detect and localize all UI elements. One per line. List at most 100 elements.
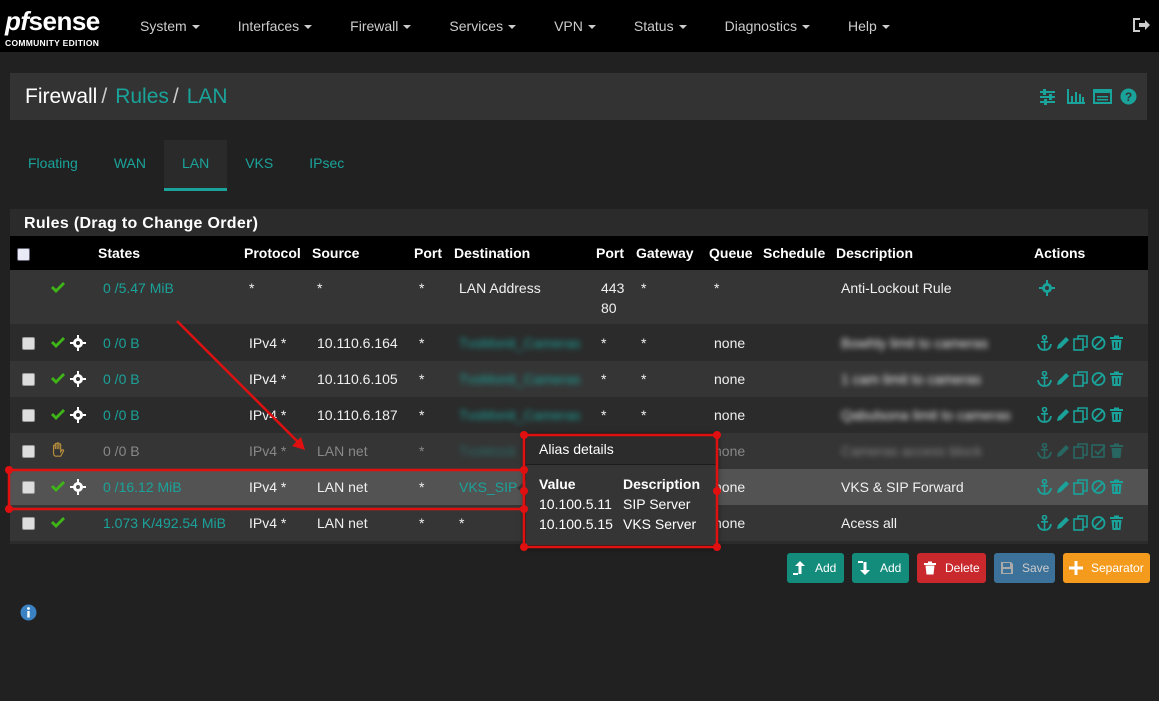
row-checkbox[interactable] <box>22 373 35 386</box>
nav-help[interactable]: Help <box>834 18 904 34</box>
trash-icon[interactable] <box>1109 371 1124 387</box>
caret-down-icon <box>304 25 313 30</box>
tab-ipsec[interactable]: IPsec <box>291 140 362 188</box>
delete-button[interactable]: Delete <box>917 553 986 583</box>
breadcrumb-lan-link[interactable]: LAN <box>187 85 228 108</box>
list-table-icon[interactable] <box>1093 88 1112 105</box>
edit-pencil-icon[interactable] <box>1055 407 1070 423</box>
nav-vpn[interactable]: VPN <box>540 18 610 34</box>
sliders-icon[interactable] <box>1039 88 1056 105</box>
states-cell[interactable]: 1.073 K/492.54 MiB <box>103 515 226 531</box>
enable-check-square-icon[interactable] <box>1091 443 1106 459</box>
anchor-icon[interactable] <box>1037 514 1052 531</box>
add-separator-button[interactable]: Separator <box>1063 553 1150 583</box>
nav-firewall[interactable]: Firewall <box>336 18 425 34</box>
states-cell[interactable]: 0 /5.47 MiB <box>103 280 174 296</box>
tab-lan[interactable]: LAN <box>163 140 228 191</box>
port-cell: * <box>419 443 425 459</box>
states-cell[interactable]: 0 /0 B <box>103 443 140 459</box>
anchor-icon[interactable] <box>1037 442 1052 459</box>
edit-pencil-icon[interactable] <box>1055 371 1070 387</box>
copy-icon[interactable] <box>1073 335 1088 351</box>
header-description: Description <box>836 245 914 261</box>
states-cell[interactable]: 0 /0 B <box>103 371 140 387</box>
add-rule-bottom-button[interactable]: Add <box>852 553 909 583</box>
trash-icon[interactable] <box>1109 515 1124 531</box>
row-checkbox[interactable] <box>22 409 35 422</box>
copy-icon[interactable] <box>1073 407 1088 423</box>
table-row[interactable]: 0 /0 B IPv4 * 10.110.6.105 * TvsMonit_Ca… <box>10 361 1148 397</box>
select-all-checkbox[interactable] <box>17 248 30 261</box>
pass-check-icon <box>51 409 65 420</box>
alias-value: 10.100.5.15 <box>539 516 613 532</box>
anchor-icon[interactable] <box>1037 406 1052 423</box>
popover-col-description: Description <box>623 476 701 492</box>
pfsense-logo[interactable]: pfsense COMMUNITY EDITION <box>5 6 115 48</box>
destination-alias-link[interactable]: TvsMonit <box>459 443 516 459</box>
anchor-icon[interactable] <box>1037 478 1052 495</box>
alias-description: VKS Server <box>623 516 697 532</box>
help-icon[interactable]: ? <box>1120 88 1137 105</box>
save-button[interactable]: Save <box>994 553 1055 583</box>
edit-pencil-icon[interactable] <box>1055 479 1070 495</box>
description-cell: VKS & SIP Forward <box>841 479 964 495</box>
states-cell[interactable]: 0 /0 B <box>103 407 140 423</box>
protocol-cell: IPv4 * <box>249 479 287 495</box>
copy-icon[interactable] <box>1073 371 1088 387</box>
disable-ban-icon[interactable] <box>1091 407 1106 423</box>
top-navbar: pfsense COMMUNITY EDITION System Interfa… <box>0 0 1159 52</box>
nav-services[interactable]: Services <box>435 18 530 34</box>
table-row[interactable]: 0 /0 B IPv4 * 10.110.6.187 * TvsMonit_Ca… <box>10 397 1148 433</box>
tab-vks[interactable]: VKS <box>227 140 291 188</box>
states-cell[interactable]: 0 /16.12 MiB <box>103 479 182 495</box>
trash-icon[interactable] <box>1109 479 1124 495</box>
disable-ban-icon[interactable] <box>1091 335 1106 351</box>
destination-alias-link[interactable]: TvsMonit_Cameras <box>459 335 580 351</box>
tab-floating[interactable]: Floating <box>10 140 96 188</box>
row-checkbox[interactable] <box>22 517 35 530</box>
info-icon[interactable] <box>20 604 37 621</box>
disable-ban-icon[interactable] <box>1091 515 1106 531</box>
disable-ban-icon[interactable] <box>1091 371 1106 387</box>
edit-pencil-icon[interactable] <box>1055 443 1070 459</box>
nav-diagnostics[interactable]: Diagnostics <box>711 18 824 34</box>
copy-icon[interactable] <box>1073 479 1088 495</box>
disable-ban-icon[interactable] <box>1091 479 1106 495</box>
anchor-icon[interactable] <box>1037 334 1052 351</box>
breadcrumb-rules-link[interactable]: Rules <box>115 85 169 108</box>
caret-down-icon <box>881 25 890 30</box>
edit-pencil-icon[interactable] <box>1055 515 1070 531</box>
row-checkbox[interactable] <box>22 481 35 494</box>
bar-chart-icon[interactable] <box>1066 88 1085 105</box>
states-cell[interactable]: 0 /0 B <box>103 335 140 351</box>
copy-icon[interactable] <box>1073 443 1088 459</box>
table-row[interactable]: 0 /5.47 MiB * * * LAN Address 443 80 * *… <box>10 270 1148 324</box>
destination-alias-link[interactable]: TvsMonit_Cameras <box>459 407 580 423</box>
trash-icon[interactable] <box>1109 443 1124 459</box>
row-checkbox[interactable] <box>22 337 35 350</box>
protocol-cell: * <box>249 280 255 296</box>
button-label: Separator <box>1091 561 1144 575</box>
description-cell: 1 cam limit to cameras <box>841 371 982 387</box>
tab-wan[interactable]: WAN <box>96 140 164 188</box>
row-actions <box>1037 334 1124 351</box>
destination-alias-link[interactable]: TvsMonit_Cameras <box>459 371 580 387</box>
row-checkbox[interactable] <box>22 445 35 458</box>
caret-down-icon <box>508 25 517 30</box>
source-cell: LAN net <box>317 515 368 531</box>
table-row[interactable]: 0 /0 B IPv4 * 10.110.6.164 * TvsMonit_Ca… <box>10 325 1148 361</box>
logout-icon[interactable] <box>1132 17 1150 33</box>
edit-pencil-icon[interactable] <box>1055 335 1070 351</box>
copy-icon[interactable] <box>1073 515 1088 531</box>
destination-alias-link[interactable]: VKS_SIP <box>459 479 517 495</box>
caret-down-icon <box>403 25 412 30</box>
add-rule-top-button[interactable]: Add <box>787 553 844 583</box>
trash-icon[interactable] <box>1109 335 1124 351</box>
nav-status[interactable]: Status <box>620 18 701 34</box>
trash-icon[interactable] <box>1109 407 1124 423</box>
breadcrumb-separator: / <box>172 85 179 108</box>
gear-icon[interactable] <box>1039 280 1055 296</box>
nav-system[interactable]: System <box>126 18 214 34</box>
anchor-icon[interactable] <box>1037 370 1052 387</box>
nav-interfaces[interactable]: Interfaces <box>224 18 326 34</box>
